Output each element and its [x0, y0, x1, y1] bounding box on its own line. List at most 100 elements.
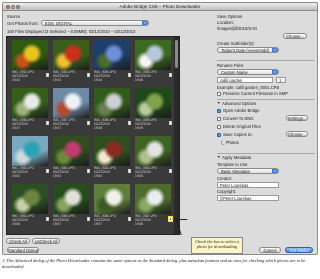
thumbnail-checkbox[interactable] [45, 73, 49, 77]
save-copies-label: Save Copies to: [223, 132, 253, 137]
thumbnail-meta: IMG_0058.JPG 03/12/2010 19:48 [94, 118, 130, 130]
thumbnail-cell[interactable]: IMG_0054.JPG 03/12/2010 19:44 [92, 39, 132, 82]
thumbnail-cell[interactable]: IMG_0061.JPG 03/12/2010 19:53 [51, 135, 91, 178]
subfolder-select[interactable]: Today's Date (yyyymmdd) ▾ [217, 47, 279, 53]
rename-value: Custom Name [221, 70, 248, 75]
thumbnail-time: 19:44 [94, 77, 102, 82]
grid-scrollbar[interactable] [174, 37, 179, 234]
template-select[interactable]: Basic Metadata ▾ [217, 168, 279, 174]
thumbnail-cell[interactable]: IMG_0062.JPG 03/12/2010 19:54 [92, 135, 132, 178]
custom-name-input[interactable]: callil garden [217, 77, 273, 83]
cancel-label: Cancel [263, 248, 277, 253]
photo-thumbnail[interactable] [12, 184, 48, 214]
photo-thumbnail[interactable] [53, 88, 89, 118]
photo-thumbnail[interactable] [135, 136, 171, 166]
delete-originals-checkbox[interactable] [217, 125, 221, 129]
thumbnail-checkbox[interactable] [127, 169, 131, 173]
thumbnail-cell[interactable]: IMG_0053.JPG 03/12/2010 19:43 [51, 39, 91, 81]
zoom-window-button[interactable] [16, 5, 20, 9]
disclosure-triangle-icon[interactable]: ▼ [217, 101, 221, 106]
convert-dng-checkbox[interactable] [217, 117, 221, 121]
photo-thumbnail[interactable] [94, 136, 130, 166]
standard-dialog-button[interactable]: Standard Dialog [7, 247, 39, 253]
thumbnail-checkbox[interactable] [168, 169, 172, 173]
photo-thumbnail[interactable] [135, 40, 171, 70]
thumbnail-meta: IMG_0056.JPG 03/12/2010 19:47 [12, 118, 48, 130]
preserve-filename-checkbox[interactable] [217, 92, 221, 96]
get-media-button[interactable]: Get Media [285, 247, 313, 253]
thumbnail-meta: IMG_0055.JPG 03/12/2010 19:46 [135, 70, 171, 82]
settings-button[interactable]: Settings... [286, 115, 308, 121]
thumbnail-checkbox[interactable] [168, 121, 172, 125]
thumbnail-cell[interactable]: IMG_0056.JPG 03/12/2010 19:47 [10, 87, 50, 130]
counter-input[interactable]: 1 [276, 77, 286, 83]
thumbnail-time: 19:42 [12, 77, 20, 82]
thumbnail-cell[interactable]: IMG_0066.JPG 03/12/2010 19:57 [92, 183, 132, 225]
thumbnail-cell[interactable]: IMG_0059.JPG 03/12/2010 19:49 [133, 87, 173, 129]
save-copies-checkbox[interactable]: ✓ [217, 133, 221, 137]
thumbnail-grid[interactable]: IMG_0052.JPG 03/12/2010 19:42 IMG_0053.JPG 0… [6, 36, 180, 235]
photo-thumbnail[interactable] [135, 88, 171, 118]
thumbnail-meta: IMG_0065.JPG 03/12/2010 19:57 [53, 214, 89, 226]
thumbnail-checkbox[interactable] [127, 217, 131, 221]
divider [217, 153, 315, 154]
uncheck-all-button[interactable]: UnCheck All [32, 238, 60, 244]
advanced-options-heading: Advanced Options [222, 101, 257, 106]
disclosure-triangle-icon[interactable]: ▼ [217, 155, 221, 160]
thumbnail-checkbox[interactable] [168, 73, 172, 77]
thumbnail-checkbox[interactable] [45, 217, 49, 221]
photo-thumbnail[interactable] [53, 40, 89, 70]
photo-thumbnail[interactable] [12, 88, 48, 118]
minimize-window-button[interactable] [11, 5, 15, 9]
photo-thumbnail[interactable] [94, 88, 130, 118]
close-window-button[interactable] [6, 5, 10, 9]
thumbnail-checkbox[interactable] [86, 121, 90, 125]
subfolder-label: Create Subfolder(s): [217, 41, 255, 46]
thumbnail-checkbox[interactable] [86, 73, 90, 77]
thumbnail-checkbox[interactable] [127, 73, 131, 77]
choose-label: Choose... [288, 132, 306, 137]
photo-thumbnail[interactable] [53, 184, 89, 214]
rename-select[interactable]: Custom Name ▾ [217, 69, 279, 75]
thumbnail-checkbox[interactable] [127, 121, 131, 125]
thumbnail-checkbox[interactable] [45, 121, 49, 125]
thumbnail-checkbox[interactable] [45, 169, 49, 173]
thumbnail-checkbox[interactable] [86, 217, 90, 221]
creator-input[interactable]: Peter Lourekas [217, 182, 279, 188]
choose-button[interactable]: Choose... [283, 33, 307, 39]
template-label: Template to Use: [217, 162, 249, 167]
scrollbar-thumb[interactable] [175, 40, 178, 68]
thumbnail-meta: IMG_0063.JPG 03/12/2010 19:55 [135, 166, 171, 178]
thumbnail-cell[interactable]: IMG_0058.JPG 03/12/2010 19:48 [92, 87, 132, 130]
thumbnail-time: 19:54 [94, 173, 102, 178]
thumbnail-time: 19:58 [135, 221, 143, 226]
window-titlebar: Adobe Bridge CS5 – Photo Downloader [3, 3, 317, 11]
source-device-select[interactable]: EOS_DIGITAL ▾ [41, 20, 149, 26]
thumbnail-cell[interactable]: IMG_0064.JPG 03/12/2010 19:56 [10, 183, 50, 226]
thumbnail-cell[interactable]: IMG_0055.JPG 03/12/2010 19:46 [133, 39, 173, 82]
thumbnail-time: 19:53 [53, 173, 61, 178]
standard-dialog-label: Standard Dialog [8, 248, 39, 253]
thumbnail-cell[interactable]: IMG_0060.JPG 03/12/2010 19:52 [10, 135, 50, 177]
cancel-button[interactable]: Cancel [259, 247, 281, 253]
photo-thumbnail[interactable] [94, 184, 130, 214]
check-all-button[interactable]: Check All [6, 238, 30, 244]
thumbnail-cell[interactable]: IMG_0063.JPG 03/12/2010 19:55 [133, 135, 173, 178]
settings-label: Settings... [287, 116, 307, 121]
thumbnail-meta: IMG_0064.JPG 03/12/2010 19:56 [12, 214, 48, 226]
photo-thumbnail[interactable] [12, 40, 48, 70]
copyright-input[interactable]: ©Peter Lourekas [217, 195, 279, 201]
open-bridge-checkbox[interactable]: ✓ [217, 109, 221, 113]
thumbnail-cell[interactable]: IMG_0052.JPG 03/12/2010 19:42 [10, 39, 50, 82]
photo-thumbnail[interactable] [12, 136, 48, 166]
photo-thumbnail[interactable] [53, 136, 89, 166]
thumbnail-checkbox[interactable] [86, 169, 90, 173]
thumbnail-cell[interactable]: IMG_0057.JPG 03/12/2010 19:47 [51, 87, 91, 129]
chevron-down-icon: ▾ [272, 169, 278, 173]
thumbnail-checkbox[interactable] [168, 217, 172, 221]
thumbnail-cell[interactable]: IMG_0065.JPG 03/12/2010 19:57 [51, 183, 91, 226]
thumbnail-cell[interactable]: IMG_0067.JPG 03/12/2010 19:58 [133, 183, 173, 226]
save-copies-choose-button[interactable]: Choose... [286, 131, 308, 137]
photo-thumbnail[interactable] [94, 40, 130, 70]
photo-thumbnail[interactable] [135, 184, 171, 214]
